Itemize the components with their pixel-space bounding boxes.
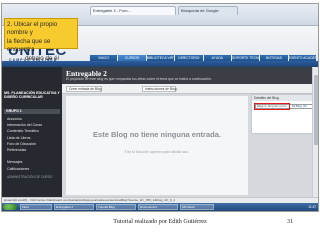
taskbar-item[interactable]: Inicio — [20, 204, 52, 210]
sidebar-menu: Anuncios Información del Curso Contenido… — [2, 116, 62, 180]
start-button[interactable] — [3, 204, 17, 210]
my-blog-link[interactable]: Mi Blog (0) — [292, 104, 307, 108]
callout-line-1: 2. Ubicar el propio nombre y — [7, 21, 58, 37]
browser-tab-active[interactable]: Entregable 2 - Foro... — [90, 6, 176, 15]
page-description: El propósito de este blog es que compart… — [66, 77, 212, 81]
blog-main: Entregable 2 El propósito de este blog e… — [62, 67, 318, 197]
page-scrollbar[interactable] — [312, 67, 318, 197]
footer-caption: Tutorial realizado por Edith Gutiérrez — [113, 218, 207, 225]
course-sidebar: MS. PLANEACIÓN EDUCATIVA Y DISEÑO CURRIC… — [2, 67, 62, 197]
highlight-box — [254, 103, 290, 110]
slide-footer: Tutorial realizado por Edith Gutiérrez 3… — [0, 218, 320, 230]
panel-title: Detalles del Blog — [252, 95, 314, 101]
windows-taskbar: Inicio Entregable 2 Tutorial Blog Docume… — [2, 203, 318, 211]
callout-text: 2. Ubicar el propio nombre y la flecha q… — [7, 21, 77, 63]
page-number: 31 — [287, 218, 294, 225]
taskbar-clock: 11:47 — [308, 205, 316, 209]
taskbar-item[interactable]: Tutorial Blog — [96, 204, 136, 210]
blog-toolbar: Crear entrada de Blog Instrucciones de B… — [62, 84, 318, 94]
blog-details-panel: Detalles del Blog Elige tu blog del curs… — [251, 94, 315, 134]
callout-line-3: debajo de él — [25, 54, 59, 62]
instruction-callout: 2. Ubicar el propio nombre y la flecha q… — [4, 18, 78, 62]
sidebar-item-calificaciones[interactable]: Calificaciones — [2, 166, 62, 172]
course-title: MS. PLANEACIÓN EDUCATIVA Y DISEÑO CURRIC… — [4, 91, 60, 100]
bookmarks-bar: Sitio sugerido Portal UNITEC Correo Blac… — [90, 16, 318, 30]
taskbar-item[interactable]: Entregable 2 — [54, 204, 94, 210]
sidebar-group-label[interactable]: GRUPO 1 — [4, 109, 60, 114]
screenshot-frame: Entregable 2 - Foro... Búsqueda de Googl… — [1, 3, 319, 212]
taskbar-item[interactable]: Documento1 — [138, 204, 178, 210]
blog-instructions-button[interactable]: Instrucciones de Blog — [142, 86, 177, 92]
empty-blog-message: Este Blog no tiene ninguna entrada. — [93, 130, 221, 139]
create-entry-button[interactable]: Crear entrada de Blog — [66, 86, 102, 92]
sidebar-section-admin: ADMINISTRACIÓN DE CURSO — [7, 174, 53, 179]
blog-title-bar: Entregable 2 El propósito de este blog e… — [62, 67, 318, 84]
scroll-thumb[interactable] — [314, 75, 318, 145]
browser-tab-google[interactable]: Búsqueda de Google — [178, 6, 238, 15]
empty-blog-hint: Use la función superior para añadir una. — [124, 149, 190, 154]
callout-line-2: la flecha que se encuentra — [7, 37, 51, 54]
blog-posts-area: Este Blog no tiene ninguna entrada. Use … — [66, 96, 248, 195]
taskbar-item[interactable]: MS Word — [180, 204, 214, 210]
